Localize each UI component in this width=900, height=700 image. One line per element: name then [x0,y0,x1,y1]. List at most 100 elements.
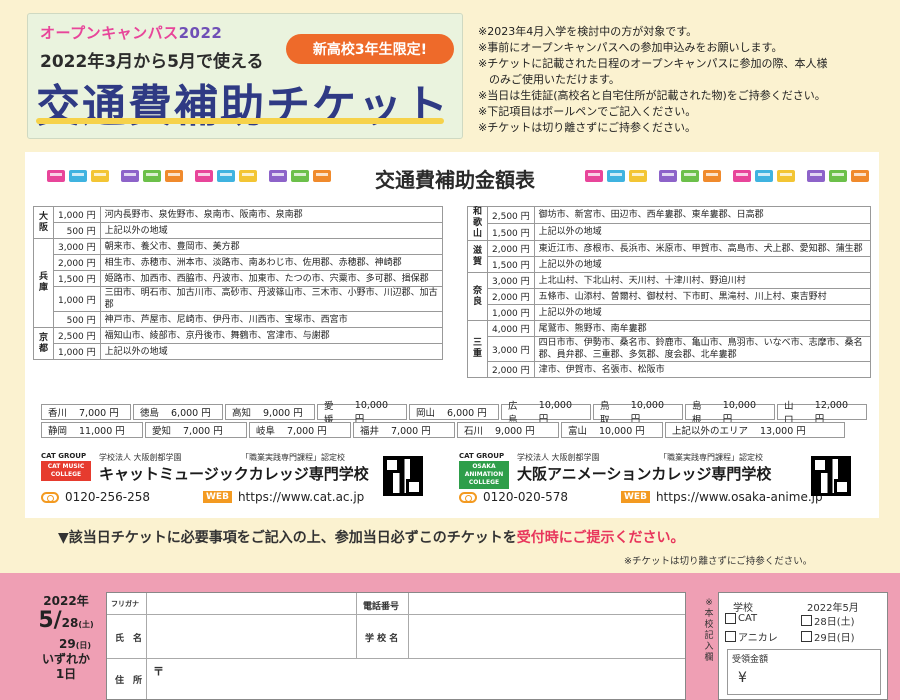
areas-cell: 東近江市、彦根市、長浜市、米原市、甲賀市、高島市、犬上郡、愛知郡、蒲生郡 [533,240,872,257]
office-stub: 学校 2022年5月 CAT アニカレ 28日(土) 29日(日) 受領金額 ¥ [718,592,888,700]
train-car-icon [777,170,795,182]
fare-row: 和歌山 2,500 円御坊市、新宮市、田辺市、西牟婁郡、東牟婁郡、日高郡 [467,206,872,241]
areas-cell: 上北山村、下北山村、天川村、十津川村、野迫川村 [533,272,872,289]
train-car-icon [143,170,161,182]
qr-code-icon[interactable] [383,456,423,496]
day1-dow: (土) [78,620,94,629]
notes-list: ※2023年4月入学を検討中の方が対象です。 ※事前にオープンキャンパスへの参加… [478,24,888,136]
fare-row: 1,000 円上記以外の地域 [468,304,872,321]
train-car-icon [269,170,287,182]
train-car-icon [681,170,699,182]
pill-prefecture: 岐阜 [256,426,276,437]
pill-amount: 10,000 円 [630,399,665,425]
amount-cell: 1,500 円 [53,270,101,287]
school-url[interactable]: https://www.cat.ac.jp [238,490,364,504]
prefecture-fare-pill: 上記以外のエリア 13,000 円 [665,422,845,438]
train-car-icon [733,170,751,182]
train-car-icon [829,170,847,182]
fare-table-left: 大阪 1,000 円河内長野市、泉佐野市、泉南市、阪南市、泉南郡 500 円上記以外… [33,206,444,360]
train-car-icon [851,170,869,182]
prefecture-fare-pill: 島根 10,000 円 [685,400,775,426]
fare-row: 2,000 円相生市、赤穂市、洲本市、淡路市、南あわじ市、佐用郡、赤穂郡、神崎郡 [34,254,444,271]
name-field[interactable] [147,615,357,659]
checkbox-anime[interactable] [725,631,736,642]
amount-cell: 500 円 [53,222,101,239]
train-car-icon [217,170,235,182]
opt-anime[interactable]: アニカレ [725,629,778,644]
train-car-icon [313,170,331,182]
stub-date-label: 2022年5月 [807,603,859,614]
fare-row: 500 円神戸市、芦屋市、尼崎市、伊丹市、川西市、宝塚市、西宮市 [34,311,444,328]
prefecture-fare-pill: 広島 10,000 円 [501,400,591,426]
pill-amount: 10,000 円 [599,426,645,437]
fare-row: 2,000 円五條市、山添村、曽爾村、御杖村、下市町、黒滝村、川上村、東吉野村 [468,288,872,305]
train-car-icon [195,170,213,182]
name-label: 氏 名 [115,634,143,644]
areas-cell: 上記以外の地域 [99,222,444,239]
pill-amount: 7,000 円 [79,408,119,419]
amount-cell: 3,000 円 [487,272,535,289]
prefecture-fare-pill: 岐阜 7,000 円 [249,422,351,438]
prefecture-cell: 京都 [33,327,54,360]
fare-row: 京都 2,500 円福知山市、綾部市、京丹後市、舞鶴市、宮津市、与謝郡 [33,327,444,360]
prefecture-fare-pill: 鳥取 10,000 円 [593,400,683,426]
checkbox-day2[interactable] [801,631,812,642]
opt-day1-label: 28日(土) [814,617,855,628]
school-url[interactable]: https://www.osaka-anime.jp [656,490,823,504]
pill-amount: 7,000 円 [287,426,327,437]
qr-code-icon[interactable] [811,456,851,496]
fare-row: 1,000 円三田市、明石市、加古川市、高砂市、丹波篠山市、三木市、小野市、川辺… [34,286,444,312]
pill-amount: 9,000 円 [495,426,535,437]
opt-day2[interactable]: 29日(日) [801,629,855,644]
fare-row: 兵庫 3,000 円朝来市、養父市、豊岡市、美方郡 [33,238,444,328]
school-cat: CAT GROUP CAT MUSIC COLLEGE 学校法人 大阪創都学園 … [41,452,431,512]
ticket-date: 2022年 5/28(土) 29(日) いずれか 1日 [30,592,102,682]
amount-cell: 1,000 円 [53,343,101,360]
prefecture-cell: 大阪 [33,206,54,239]
pill-amount: 7,000 円 [183,426,223,437]
school-tel[interactable]: 0120-020-578 [483,490,568,504]
school-tel[interactable]: 0120-256-258 [65,490,150,504]
train-car-icon [121,170,139,182]
fare-row: 1,500 円上記以外の地域 [468,223,872,241]
furigana-field[interactable] [147,593,357,615]
prefecture-cell: 三重 [467,320,488,378]
group-tag: CAT GROUP [41,452,87,460]
phone-label: 電話番号 [363,602,400,612]
phone-field[interactable] [409,593,685,615]
tel-row: 0120-256-258 [41,490,150,504]
amount-cell: 1,500 円 [487,223,535,241]
postal-mark: 〒 [153,665,164,678]
fare-row: 1,500 円上記以外の地域 [468,256,872,273]
amount-cell: 3,000 円 [53,238,101,255]
opt-cat[interactable]: CAT [725,613,757,624]
pill-prefecture: 高知 [232,408,252,419]
pill-prefecture: 静岡 [48,426,68,437]
train-car-icon [69,170,87,182]
checkbox-cat[interactable] [725,613,736,624]
opt-day1[interactable]: 28日(土) [801,613,855,628]
prefecture-fare-pill: 山口 12,000 円 [777,400,867,426]
day2-dow: (日) [75,641,91,650]
fare-row: 三重 4,000 円尾鷲市、熊野市、南牟婁郡 [467,320,872,378]
checkbox-day1[interactable] [801,615,812,626]
ticket-form: フリガナ 電話番号 氏 名 学 校 名 住 所 〒 [106,592,686,700]
address-field[interactable] [147,659,685,699]
prefecture-fare-pill: 高知 9,000 円 [225,404,315,420]
pill-prefecture: 石川 [464,426,484,437]
web-row: WEB https://www.cat.ac.jp [203,490,364,504]
note-item: ※事前にオープンキャンパスへの参加申込みをお願いします。 [478,41,783,54]
fare-row: 1,500 円姫路市、加西市、西脇市、丹波市、加東市、たつの市、宍粟市、多可郡、… [34,270,444,287]
fare-table-title: 交通費補助金額表 [375,168,535,192]
amount-label: 受領金額 [732,655,769,665]
amount-cell: 4,000 円 [487,320,535,337]
amount-box[interactable]: 受領金額 ¥ [727,649,881,695]
logo-mark: OSAKA ANIMATION COLLEGE [459,461,509,489]
yen-mark: ¥ [738,670,747,686]
areas-cell: 三田市、明石市、加古川市、高砂市、丹波篠山市、三木市、小野市、川辺郡、加古郡 [99,286,444,312]
train-car-icon [47,170,65,182]
school-field[interactable] [409,615,685,659]
train-car-icon [585,170,603,182]
page-title: 交通費補助チケット [36,81,450,132]
prefecture-cell: 和歌山 [467,206,488,241]
